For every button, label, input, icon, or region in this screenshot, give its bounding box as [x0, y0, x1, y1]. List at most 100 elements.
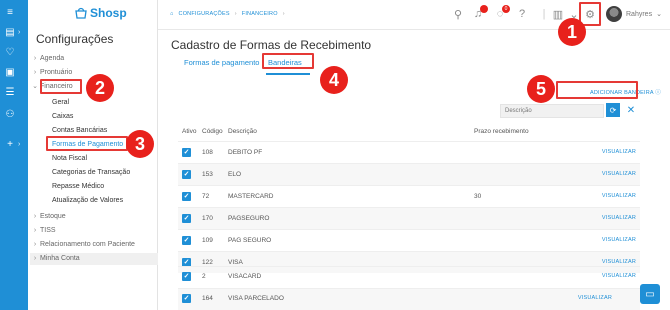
chevron-down-icon: ⌄: [32, 83, 38, 90]
breadcrumb-item-configuracoes[interactable]: CONFIGURAÇÕES: [179, 11, 230, 17]
sidebar-subitem-atualizacao[interactable]: Atualização de Valores: [52, 195, 123, 207]
active-tab-indicator: [266, 73, 310, 75]
sidebar-item-agenda[interactable]: › Agenda: [30, 53, 160, 65]
sidebar-title: Configurações: [36, 32, 114, 46]
breadcrumb-separator: ›: [234, 11, 237, 17]
active-checkbox[interactable]: ✓: [182, 236, 191, 245]
highlight-financeiro: [40, 79, 82, 94]
sidebar-item-estoque[interactable]: › Estoque: [30, 211, 160, 223]
logo-text: Shosp: [90, 6, 127, 20]
chevron-right-icon: ›: [33, 55, 37, 62]
table-row[interactable]: ✓ 164 VISA PARCELADO VISUALIZAR: [178, 288, 640, 310]
sidebar-subitem-caixas[interactable]: Caixas: [52, 111, 73, 123]
view-link[interactable]: VISUALIZAR: [602, 237, 636, 243]
active-checkbox[interactable]: ✓: [182, 214, 191, 223]
app-logo[interactable]: Shosp: [74, 6, 127, 20]
sidebar-subitem-repasse[interactable]: Repasse Médico: [52, 181, 104, 193]
view-link[interactable]: VISUALIZAR: [602, 273, 636, 279]
row-code: 2: [202, 273, 206, 280]
chevron-right-icon: ›: [33, 213, 37, 220]
search-input[interactable]: Descrição: [500, 104, 604, 118]
info-icon: ⓘ: [655, 90, 661, 96]
dollar-icon[interactable]: ▣: [4, 64, 24, 80]
user-menu[interactable]: Rahyres ⌄: [606, 6, 662, 22]
sidebar-item-relacionamento[interactable]: › Relacionamento com Paciente: [30, 239, 160, 251]
row-desc: PAG SEGURO: [228, 237, 272, 244]
col-descricao: Descrição: [228, 128, 257, 135]
row-desc: VISA PARCELADO: [228, 295, 284, 302]
annotation-badge-5: 5: [527, 75, 555, 103]
annotation-badge-3: 3: [126, 130, 154, 158]
row-code: 164: [202, 295, 213, 302]
sidebar-item-label: Agenda: [40, 55, 65, 62]
breadcrumb-item-financeiro[interactable]: FINANCEIRO: [242, 11, 278, 17]
row-desc: PAGSEGURO: [228, 215, 270, 222]
row-desc: VISACARD: [228, 273, 262, 280]
sidebar-item-label: Relacionamento com Paciente: [40, 241, 135, 248]
view-link[interactable]: VISUALIZAR: [602, 259, 636, 265]
highlight-add-bandeira: [556, 81, 638, 99]
chevron-down-icon: ⌄: [656, 11, 662, 18]
icon-rail: ≡ ▤ › ♡ ▣ ☰ ⚇ + ›: [0, 0, 28, 310]
table-row[interactable]: ✓ 2 VISACARD VISUALIZAR: [178, 266, 640, 286]
row-desc: DEBITO PF: [228, 149, 263, 156]
chevron-right-icon: ›: [33, 227, 37, 234]
active-checkbox[interactable]: ✓: [182, 192, 191, 201]
tab-formas-pagamento[interactable]: Formas de pagamento: [184, 58, 259, 67]
sidebar-item-tiss[interactable]: › TISS: [30, 225, 160, 237]
menu-icon[interactable]: ≡: [4, 4, 24, 20]
chat-icon[interactable]: ▭: [640, 284, 660, 304]
help-icon[interactable]: ?: [514, 6, 530, 22]
highlight-formas-pagamento: [46, 136, 128, 151]
row-desc: MASTERCARD: [228, 193, 274, 200]
table-row[interactable]: ✓ 109 PAG SEGURO VISUALIZAR: [178, 229, 640, 251]
row-code: 72: [202, 193, 210, 200]
chevron-right-icon: ›: [33, 69, 37, 76]
active-checkbox[interactable]: ✓: [182, 148, 191, 157]
plus-icon[interactable]: + ›: [4, 136, 24, 152]
users-icon[interactable]: ⚇: [4, 106, 24, 122]
col-prazo: Prazo recebimento: [474, 128, 529, 135]
bag-icon: [75, 7, 87, 19]
table-row[interactable]: ✓ 153 ELO VISUALIZAR: [178, 163, 640, 185]
sidebar-subitem-nota-fiscal[interactable]: Nota Fiscal: [52, 153, 87, 165]
search-icon[interactable]: ⚲: [450, 6, 466, 22]
table-header: Ativo Código Descrição Prazo recebimento: [180, 124, 640, 140]
sidebar-item-label: Estoque: [40, 213, 66, 220]
page-title: Cadastro de Formas de Recebimento: [171, 38, 372, 52]
notification-dot: [480, 5, 488, 13]
breadcrumb-separator: ›: [282, 11, 285, 17]
highlight-bandeiras: [262, 53, 314, 69]
active-checkbox[interactable]: ✓: [182, 272, 191, 281]
sidebar-item-minha-conta[interactable]: › Minha Conta: [30, 253, 158, 265]
active-checkbox[interactable]: ✓: [182, 294, 191, 303]
table-row[interactable]: ✓ 108 DEBITO PF VISUALIZAR: [178, 141, 640, 163]
sidebar-item-label: Prontuário: [40, 69, 73, 76]
sidebar-subitem-geral[interactable]: Geral: [52, 97, 69, 109]
refresh-icon[interactable]: ⟳: [606, 103, 620, 117]
view-link[interactable]: VISUALIZAR: [602, 215, 636, 221]
view-link[interactable]: VISUALIZAR: [602, 149, 636, 155]
table-row[interactable]: ✓ 72 MASTERCARD 30 VISUALIZAR: [178, 185, 640, 207]
home-icon[interactable]: ⌂: [170, 11, 174, 17]
sidebar-subitem-categorias[interactable]: Categorias de Transação: [52, 167, 130, 179]
table-row[interactable]: ✓ 170 PAGSEGURO VISUALIZAR: [178, 207, 640, 229]
view-link[interactable]: VISUALIZAR: [578, 295, 612, 301]
close-icon[interactable]: ✕: [625, 103, 637, 117]
row-prazo: 30: [474, 193, 482, 200]
database-icon[interactable]: ☰: [4, 84, 24, 100]
active-checkbox[interactable]: ✓: [182, 170, 191, 179]
row-code: 153: [202, 171, 213, 178]
row-code: 122: [202, 259, 213, 266]
view-link[interactable]: VISUALIZAR: [602, 171, 636, 177]
row-desc: VISA: [228, 259, 243, 266]
row-code: 108: [202, 149, 213, 156]
breadcrumb: ⌂ CONFIGURAÇÕES › FINANCEIRO ›: [170, 11, 285, 17]
sidebar-item-label: TISS: [40, 227, 56, 234]
heart-icon[interactable]: ♡: [4, 44, 24, 60]
view-link[interactable]: VISUALIZAR: [602, 193, 636, 199]
sidebar-item-label: Minha Conta: [40, 255, 80, 262]
row-desc: ELO: [228, 171, 242, 178]
calendar-icon[interactable]: ▤ ›: [4, 24, 24, 40]
col-codigo: Código: [202, 128, 223, 135]
